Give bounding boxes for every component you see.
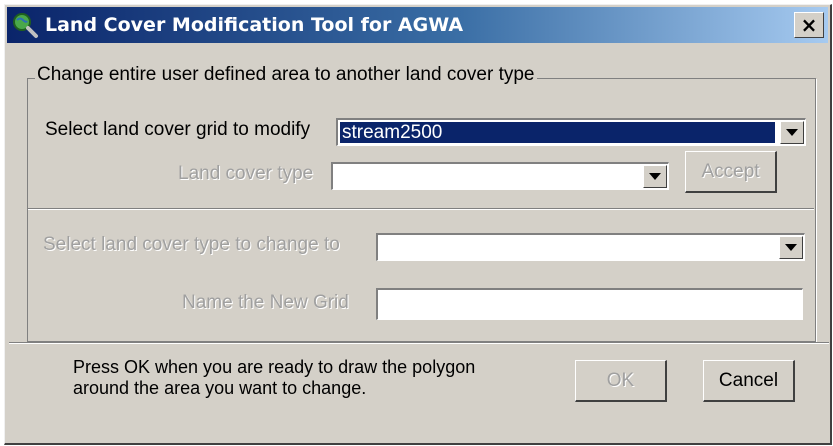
accept-button[interactable]: Accept — [685, 151, 777, 193]
change-to-dropdown-button[interactable] — [779, 236, 803, 259]
close-button[interactable]: × — [794, 12, 824, 38]
change-to-dropdown[interactable] — [376, 233, 805, 261]
cancel-button-label: Cancel — [718, 369, 779, 391]
instruction-line-1: Press OK when you are ready to draw the … — [73, 357, 476, 377]
instruction-line-2: around the area you want to change. — [73, 378, 367, 398]
land-cover-type-label: Land cover type — [178, 163, 314, 184]
grid-select-label: Select land cover grid to modify — [45, 119, 311, 140]
new-grid-input[interactable] — [376, 288, 803, 320]
change-to-label: Select land cover type to change to — [43, 234, 340, 255]
ok-button-label: OK — [606, 369, 635, 391]
separator — [28, 208, 814, 210]
separator — [9, 342, 829, 344]
land-cover-type-value — [337, 164, 638, 189]
ok-button[interactable]: OK — [575, 360, 667, 402]
frame-legend: Change entire user defined area to anoth… — [35, 64, 537, 86]
window-title: Land Cover Modification Tool for AGWA — [45, 14, 464, 36]
instruction-message: Press OK when you are ready to draw the … — [73, 357, 475, 399]
chevron-down-icon — [785, 244, 797, 251]
grid-select-value: stream2500 — [340, 122, 775, 143]
cancel-button[interactable]: Cancel — [703, 360, 795, 402]
land-cover-type-dropdown[interactable] — [331, 162, 669, 190]
new-grid-label: Name the New Grid — [182, 292, 349, 313]
chevron-down-icon — [786, 129, 798, 136]
dialog-window: Land Cover Modification Tool for AGWA × … — [4, 4, 832, 445]
land-cover-type-dropdown-button[interactable] — [643, 165, 667, 188]
change-to-value — [382, 235, 774, 260]
close-icon: × — [800, 13, 818, 37]
chevron-down-icon — [649, 173, 661, 180]
grid-select-dropdown[interactable]: stream2500 — [336, 118, 806, 146]
grid-select-dropdown-button[interactable] — [780, 121, 804, 144]
magnifier-globe-icon — [11, 11, 39, 39]
accept-button-label: Accept — [701, 160, 760, 182]
title-bar[interactable]: Land Cover Modification Tool for AGWA × — [7, 7, 828, 43]
